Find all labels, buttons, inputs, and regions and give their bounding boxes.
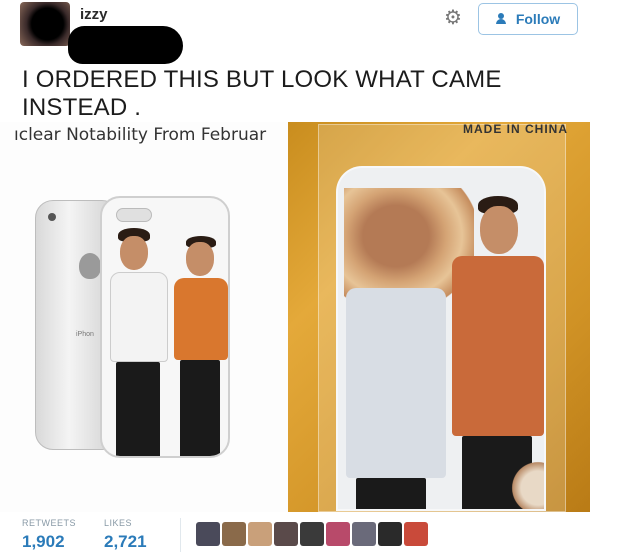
tweet-text: I ORDERED THIS BUT LOOK WHAT CAME INSTEA…	[22, 66, 502, 121]
username[interactable]: izzy	[80, 6, 108, 23]
likes-label: LIKES	[104, 518, 133, 528]
gear-icon[interactable]: ⚙	[442, 7, 464, 29]
liker-avatar[interactable]	[300, 522, 324, 546]
liker-avatar[interactable]	[404, 522, 428, 546]
avatar[interactable]	[20, 2, 70, 46]
follow-user-icon	[495, 13, 510, 25]
liker-avatar[interactable]	[326, 522, 350, 546]
person-right	[172, 236, 228, 456]
retweets-label: RETWEETS	[22, 518, 77, 528]
retweets-count[interactable]: 1,902	[22, 532, 65, 552]
phone-case-ordered	[100, 196, 230, 458]
liker-avatar[interactable]	[196, 522, 220, 546]
tweet-media[interactable]: ıclear Notability From Februar iPhon MAD…	[0, 122, 627, 512]
liker-avatar[interactable]	[248, 522, 272, 546]
package-label: MADE IN CHINA	[463, 122, 568, 136]
tweet-header: izzy ⚙ Follow	[0, 0, 627, 64]
person-left	[110, 228, 170, 456]
divider	[180, 518, 181, 552]
liker-avatars	[196, 522, 428, 546]
liker-avatar[interactable]	[352, 522, 376, 546]
phone-label: iPhon	[76, 331, 94, 338]
tweet-stats: RETWEETS 1,902 LIKES 2,721	[0, 514, 627, 559]
ordered-product-image[interactable]: ıclear Notability From Februar iPhon	[0, 122, 288, 512]
liker-avatar[interactable]	[378, 522, 402, 546]
camera-icon	[48, 213, 56, 221]
apple-logo-icon	[79, 253, 101, 279]
listing-text: ıclear Notability From Februar	[14, 125, 267, 145]
camera-hole	[116, 208, 152, 222]
person-left-received	[346, 288, 446, 509]
liker-avatar[interactable]	[222, 522, 246, 546]
received-product-image[interactable]: MADE IN CHINA	[288, 122, 590, 512]
follow-button[interactable]: Follow	[478, 3, 578, 35]
phone-case-received	[336, 166, 546, 511]
liker-avatar[interactable]	[274, 522, 298, 546]
redacted-handle	[68, 26, 183, 64]
likes-count[interactable]: 2,721	[104, 532, 147, 552]
follow-label: Follow	[515, 11, 561, 27]
